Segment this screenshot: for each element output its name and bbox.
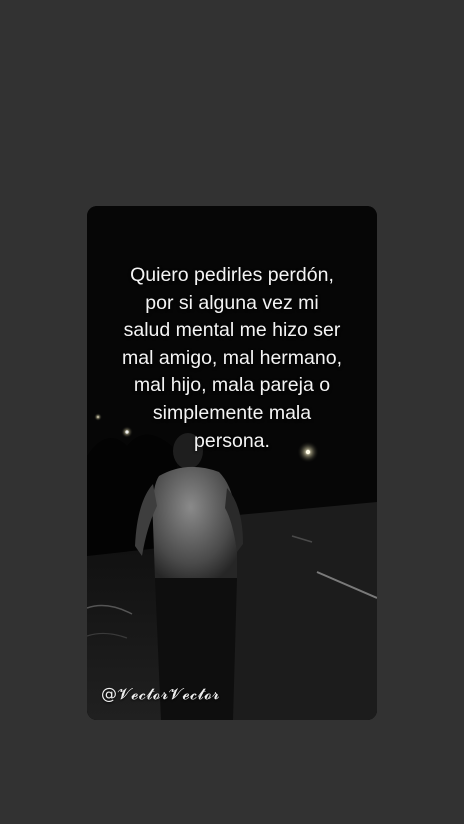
- story-card[interactable]: Quiero pedirles perdón, por si alguna ve…: [87, 206, 377, 720]
- quote-text: Quiero pedirles perdón, por si alguna ve…: [121, 264, 342, 452]
- account-watermark: @𝓥𝓮𝓬𝓽𝓸𝓻𝓥𝓮𝓬𝓽𝓸𝓻: [101, 684, 221, 703]
